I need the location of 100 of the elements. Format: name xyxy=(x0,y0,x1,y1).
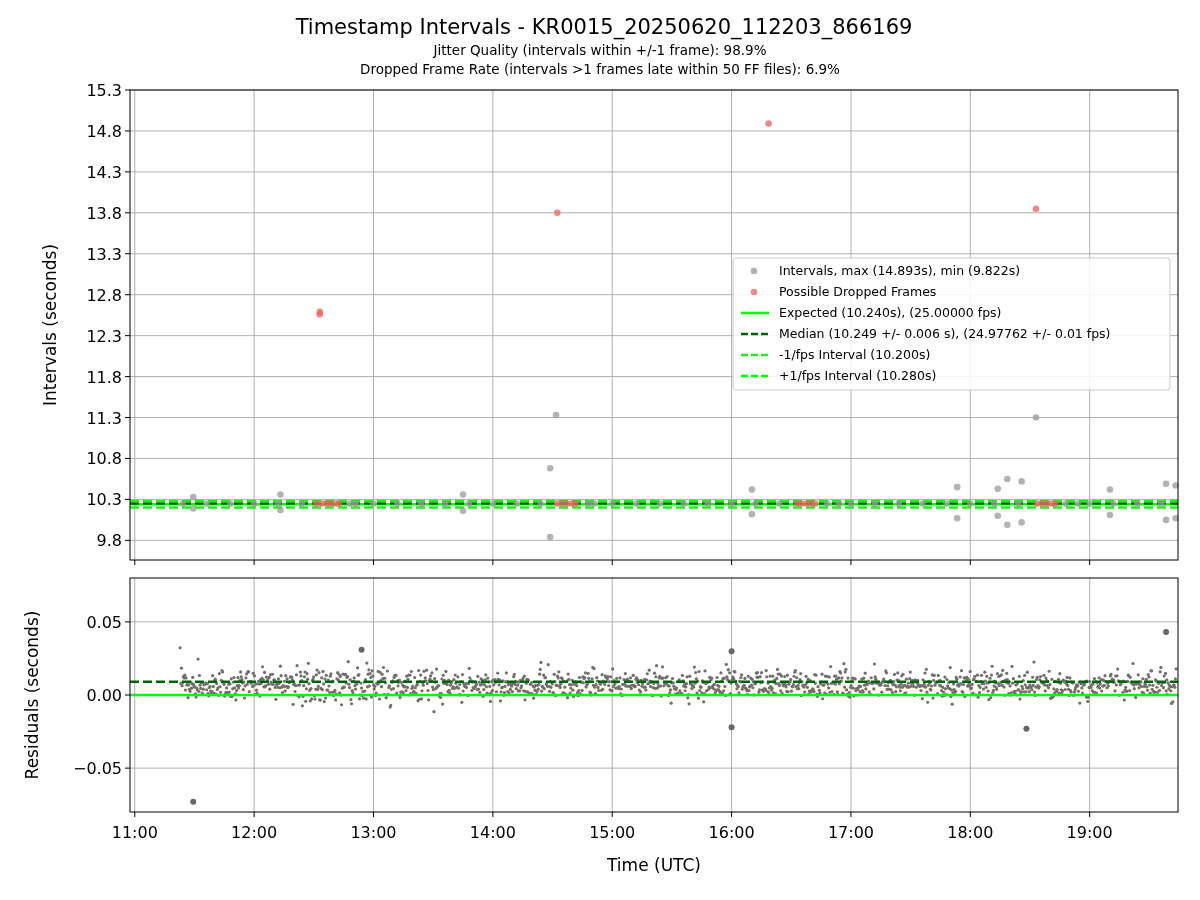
data-point xyxy=(552,411,560,419)
y-tick-label: 14.8 xyxy=(86,121,122,141)
y-tick-label: 9.8 xyxy=(96,531,122,551)
data-point xyxy=(537,500,544,507)
y-tick-label: 12.3 xyxy=(86,326,122,346)
chart-subtitle: Dropped Frame Rate (intervals >1 frames late within 50 FF files): 6.9% xyxy=(360,60,840,79)
data-point xyxy=(189,493,197,501)
data-point xyxy=(513,500,521,507)
data-point xyxy=(1162,480,1170,488)
data-point xyxy=(728,724,735,731)
x-tick-label: 13:00 xyxy=(350,823,397,842)
y-tick-label: 13.8 xyxy=(86,203,122,223)
chart-title: Timestamp Intervals - KR0015_20250620_112203_866169 xyxy=(294,14,913,41)
data-point xyxy=(895,500,902,507)
y-tick-label: −0.05 xyxy=(72,759,122,779)
legend-line-icon xyxy=(741,353,769,357)
data-point xyxy=(203,500,210,507)
data-point xyxy=(546,465,554,472)
data-point xyxy=(370,500,377,507)
data-point xyxy=(190,798,197,805)
data-point xyxy=(1032,205,1040,213)
data-point xyxy=(752,500,759,507)
data-point xyxy=(1023,725,1030,732)
legend-label: Median (10.249 +/- 0.006 s), (24.97762 +/- 0.01 fps) xyxy=(779,326,1111,341)
x-tick-label: 16:00 xyxy=(708,823,755,842)
data-point xyxy=(546,533,554,541)
data-point xyxy=(277,491,284,498)
data-point xyxy=(728,500,735,507)
data-point xyxy=(298,500,306,507)
data-point xyxy=(489,500,497,507)
x-tick-label: 19:00 xyxy=(1066,823,1113,842)
data-point xyxy=(847,500,855,507)
x-tick-label: 15:00 xyxy=(589,823,636,842)
data-point xyxy=(358,646,365,653)
data-point xyxy=(953,514,961,522)
data-point xyxy=(554,209,561,217)
y-tick-label: 14.3 xyxy=(86,162,122,182)
data-point xyxy=(189,505,197,512)
data-point xyxy=(1018,478,1025,485)
data-point xyxy=(704,500,711,507)
data-point xyxy=(1158,500,1165,507)
data-point xyxy=(1106,511,1114,519)
legend-line-icon xyxy=(741,311,769,315)
y-axis-label: Intervals (seconds) xyxy=(40,243,60,407)
data-point xyxy=(632,500,640,507)
y-tick-label: 10.3 xyxy=(86,490,122,510)
y-tick-label: 10.8 xyxy=(86,449,122,469)
legend-marker-icon xyxy=(750,288,758,296)
x-axis-label: Time (UTC) xyxy=(607,855,701,875)
data-point xyxy=(417,500,425,507)
data-point xyxy=(179,500,186,507)
data-point xyxy=(608,500,616,507)
y-tick-label: 0.00 xyxy=(86,686,122,705)
y-tick-label: 12.8 xyxy=(86,285,122,305)
data-point xyxy=(748,510,756,518)
data-point xyxy=(748,486,756,493)
x-tick-label: 11:00 xyxy=(111,823,158,842)
y-tick-label: 11.8 xyxy=(86,367,122,387)
data-point xyxy=(1162,516,1170,524)
data-point xyxy=(1032,414,1040,421)
data-point xyxy=(823,500,831,507)
data-point xyxy=(1163,629,1170,636)
data-point xyxy=(1086,500,1093,507)
y-axis-label: Residuals (seconds) xyxy=(22,610,42,780)
data-point xyxy=(1004,475,1011,483)
legend-label: Possible Dropped Frames xyxy=(779,284,937,299)
data-point xyxy=(1018,519,1025,526)
data-point xyxy=(1172,482,1179,489)
legend-label: Expected (10.240s), (25.00000 fps) xyxy=(779,305,1002,320)
y-tick-label: 15.3 xyxy=(86,81,122,100)
data-point xyxy=(1110,500,1117,507)
data-point xyxy=(1134,500,1141,507)
y-tick-label: 13.3 xyxy=(86,244,122,264)
data-point xyxy=(994,512,1002,520)
data-point xyxy=(994,485,1002,493)
data-point xyxy=(1172,514,1179,522)
data-point xyxy=(919,500,926,507)
legend-line-icon xyxy=(741,332,769,336)
data-point xyxy=(953,483,961,491)
x-tick-label: 14:00 xyxy=(469,823,516,842)
data-point xyxy=(1106,486,1114,493)
data-point xyxy=(226,500,234,507)
x-tick-label: 17:00 xyxy=(827,823,874,842)
data-point xyxy=(943,500,950,507)
legend-label: Intervals, max (14.893s), min (9.822s) xyxy=(779,263,1021,278)
data-point xyxy=(765,120,772,127)
data-point xyxy=(835,500,843,507)
legend-label: +1/fps Interval (10.280s) xyxy=(779,368,937,383)
data-point xyxy=(990,500,998,507)
data-point xyxy=(871,500,879,507)
data-point xyxy=(459,491,467,498)
data-point xyxy=(1074,500,1082,507)
y-tick-label: 11.3 xyxy=(86,408,122,428)
data-point xyxy=(394,500,401,507)
legend-label: -1/fps Interval (10.200s) xyxy=(779,347,931,362)
data-point xyxy=(441,500,449,507)
legend-marker-icon xyxy=(750,267,758,275)
data-point xyxy=(967,500,974,507)
y-tick-label: 0.05 xyxy=(86,612,122,632)
data-point xyxy=(250,500,258,507)
